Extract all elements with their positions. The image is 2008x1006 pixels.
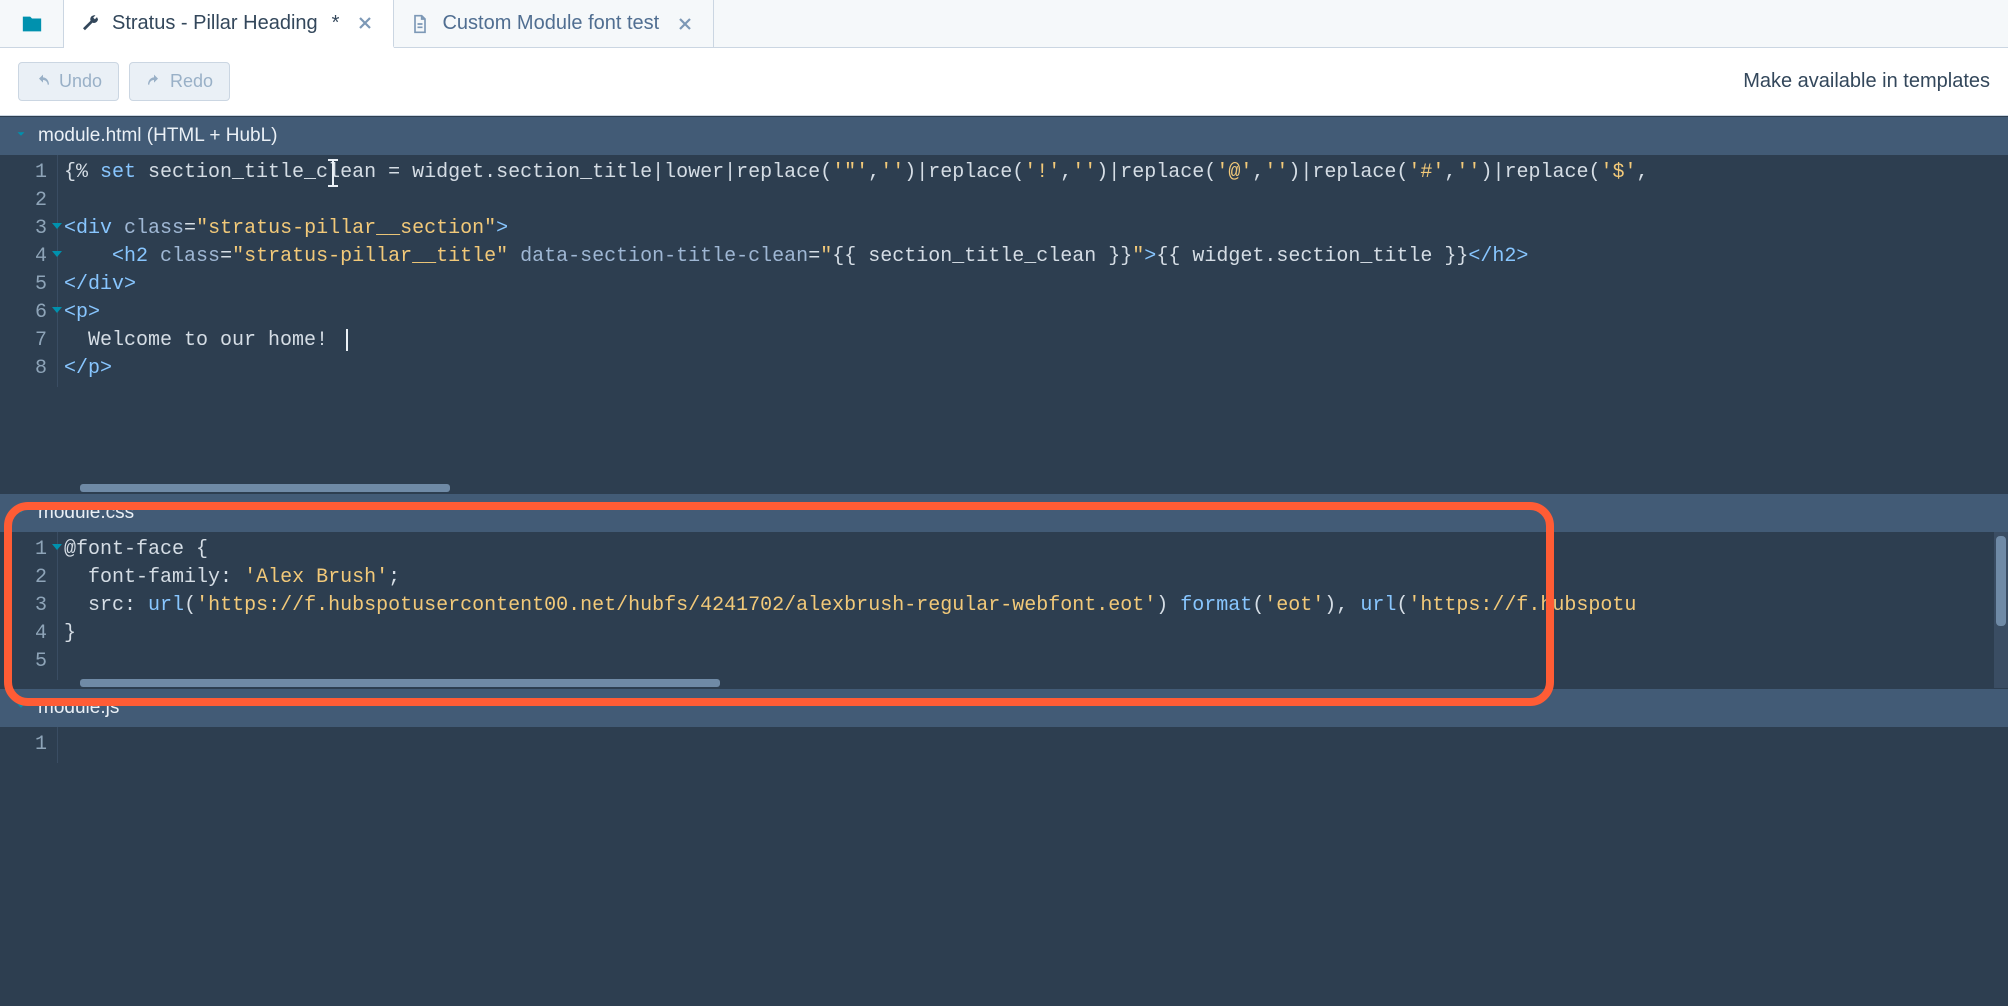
tab-label: Stratus - Pillar Heading [112, 12, 318, 35]
tab-custom-module-font-test[interactable]: Custom Module font test [394, 0, 714, 47]
panel-header-css[interactable]: module.css [0, 493, 2008, 532]
code-lines[interactable]: @font-face { font-family: 'Alex Brush'; … [58, 532, 2008, 680]
panel-header-js[interactable]: module.js [0, 688, 2008, 727]
panel-header-html[interactable]: module.html (HTML + HubL) [0, 116, 2008, 155]
chevron-down-icon [14, 697, 28, 719]
code-lines[interactable] [58, 727, 2008, 763]
vertical-scrollbar[interactable] [1994, 532, 2008, 688]
panel-title: module.css [38, 502, 134, 524]
editor-container: module.html (HTML + HubL) 1 2 3 4 5 6 7 … [0, 116, 2008, 1006]
panel-title: module.html (HTML + HubL) [38, 125, 278, 147]
redo-button[interactable]: Redo [129, 62, 230, 101]
wrench-icon [80, 13, 100, 33]
code-editor-html[interactable]: 1 2 3 4 5 6 7 8 {% set section_title_cle… [0, 155, 2008, 493]
toolbar: Undo Redo Make available in templates [0, 48, 2008, 116]
make-available-label[interactable]: Make available in templates [1743, 70, 1990, 93]
undo-label: Undo [59, 71, 102, 92]
tab-dirty-indicator: * [330, 12, 340, 35]
redo-icon [146, 74, 162, 90]
code-editor-css[interactable]: 1 2 3 4 5 @font-face { font-family: 'Ale… [0, 532, 2008, 688]
close-icon[interactable] [357, 15, 373, 31]
undo-icon [35, 74, 51, 90]
tab-bar: Stratus - Pillar Heading * Custom Module… [0, 0, 2008, 48]
chevron-down-icon [14, 125, 28, 147]
horizontal-scrollbar[interactable] [80, 483, 2008, 493]
folder-button[interactable] [0, 0, 64, 47]
close-icon[interactable] [677, 16, 693, 32]
code-editor-js[interactable]: 1 [0, 727, 2008, 1006]
horizontal-scrollbar[interactable] [80, 678, 1994, 688]
line-gutter: 1 [0, 727, 58, 763]
tab-stratus-pillar-heading[interactable]: Stratus - Pillar Heading * [64, 0, 394, 48]
panel-title: module.js [38, 697, 119, 719]
chevron-down-icon [14, 502, 28, 524]
line-gutter: 1 2 3 4 5 [0, 532, 58, 680]
undo-button[interactable]: Undo [18, 62, 119, 101]
tab-label: Custom Module font test [442, 12, 659, 35]
file-icon [410, 14, 430, 34]
line-gutter: 1 2 3 4 5 6 7 8 [0, 155, 58, 387]
redo-label: Redo [170, 71, 213, 92]
code-lines[interactable]: {% set section_title_clean = widget.sect… [58, 155, 2008, 387]
